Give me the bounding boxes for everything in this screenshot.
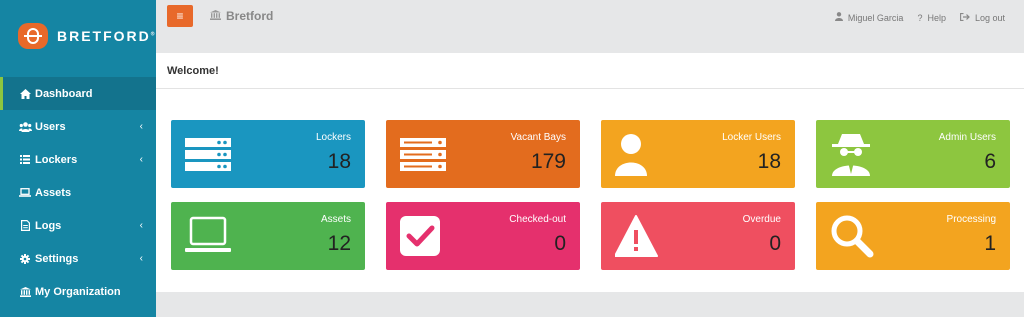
user-name: Miguel Garcia [847,12,904,23]
sign-out-icon [960,12,970,23]
stat-card-admin-users[interactable]: Admin Users 6 [816,120,1010,188]
sidebar-nav: Dashboard Users ‹ Lockers ‹ Assets Logs … [0,77,156,308]
sidebar-item-label: Settings [35,252,79,265]
sidebar-item-dashboard[interactable]: Dashboard [0,77,156,110]
bank-icon [18,286,32,297]
stat-value: 18 [757,150,781,173]
home-icon [18,88,32,99]
logout-link[interactable]: Log out [960,13,1005,23]
stat-label: Checked-out [509,214,566,225]
warning-icon [615,215,658,257]
stat-card-overdue[interactable]: Overdue 0 [601,202,795,270]
chevron-left-icon: ‹ [139,220,143,231]
sidebar-item-logs[interactable]: Logs ‹ [0,209,156,242]
sidebar-item-assets[interactable]: Assets [0,176,156,209]
stat-card-lockers[interactable]: Lockers 18 [171,120,365,188]
stat-value: 179 [530,150,566,173]
sidebar-item-label: Lockers [35,153,78,166]
user-menu: Miguel Garcia ? Help Log out [821,12,1005,23]
gear-icon [18,253,32,264]
sidebar-item-settings[interactable]: Settings ‹ [0,242,156,275]
stat-label: Overdue [742,214,781,225]
sidebar-item-label: Users [35,120,66,133]
stat-value: 12 [327,232,351,255]
laptop-icon [185,216,231,252]
stat-value: 0 [554,232,566,255]
checkbox-icon [400,216,440,256]
server-icon [185,138,231,171]
file-icon [18,220,32,231]
sidebar-item-label: My Organization [35,285,121,298]
stat-value: 0 [769,232,781,255]
stat-value: 18 [327,150,351,173]
brand-label: Bretford [226,9,274,23]
logo-text: BRETFORD® [57,28,155,44]
stat-card-processing[interactable]: Processing 1 [816,202,1010,270]
sidebar-item-label: Assets [35,186,72,199]
sidebar-item-my-organization[interactable]: My Organization [0,275,156,308]
stat-card-checked-out[interactable]: Checked-out 0 [386,202,580,270]
laptop-icon [18,188,32,197]
server-icon [400,138,446,171]
stat-card-vacant-bays[interactable]: Vacant Bays 179 [386,120,580,188]
menu-toggle-button[interactable]: ≡ [167,5,193,27]
question-icon: ? [917,12,923,23]
welcome-header: Welcome! [156,53,1024,89]
stat-label: Processing [946,214,996,225]
dashboard-content: Lockers 18 Vacant Bays 179 Locker Users … [156,89,1024,292]
chevron-left-icon: ‹ [139,121,143,132]
logo[interactable]: BRETFORD® [0,0,156,72]
spy-icon [832,134,870,176]
stat-value: 1 [984,232,996,255]
stat-card-assets[interactable]: Assets 12 [171,202,365,270]
user-icon [834,12,843,23]
hamburger-icon: ≡ [176,9,184,23]
stat-label: Assets [320,214,351,225]
sidebar-item-label: Dashboard [35,87,93,100]
welcome-text: Welcome! [167,64,219,77]
logout-label: Log out [974,12,1005,23]
brand-title: Bretford [210,9,273,23]
help-link[interactable]: ? Help [917,13,946,23]
top-bar: ≡ Bretford Miguel Garcia ? Help Log out [156,0,1024,53]
sidebar-item-label: Logs [35,219,62,232]
stat-label: Admin Users [938,132,996,143]
stat-label: Lockers [315,132,351,143]
sidebar-item-users[interactable]: Users ‹ [0,110,156,143]
bretford-logo-icon [18,23,48,49]
help-label: Help [927,12,946,23]
magnifier-icon [831,215,874,258]
stat-card-locker-users[interactable]: Locker Users 18 [601,120,795,188]
user-profile-link[interactable]: Miguel Garcia [834,12,904,23]
sidebar-item-lockers[interactable]: Lockers ‹ [0,143,156,176]
user-icon [615,134,647,176]
users-icon [18,121,32,132]
list-icon [18,155,32,164]
chevron-left-icon: ‹ [139,154,143,165]
chevron-left-icon: ‹ [139,253,143,264]
sidebar: BRETFORD® Dashboard Users ‹ Lockers ‹ As… [0,0,156,317]
stat-label: Locker Users [722,132,781,143]
bank-icon [210,9,221,23]
stat-value: 6 [984,150,996,173]
stat-label: Vacant Bays [510,132,566,143]
